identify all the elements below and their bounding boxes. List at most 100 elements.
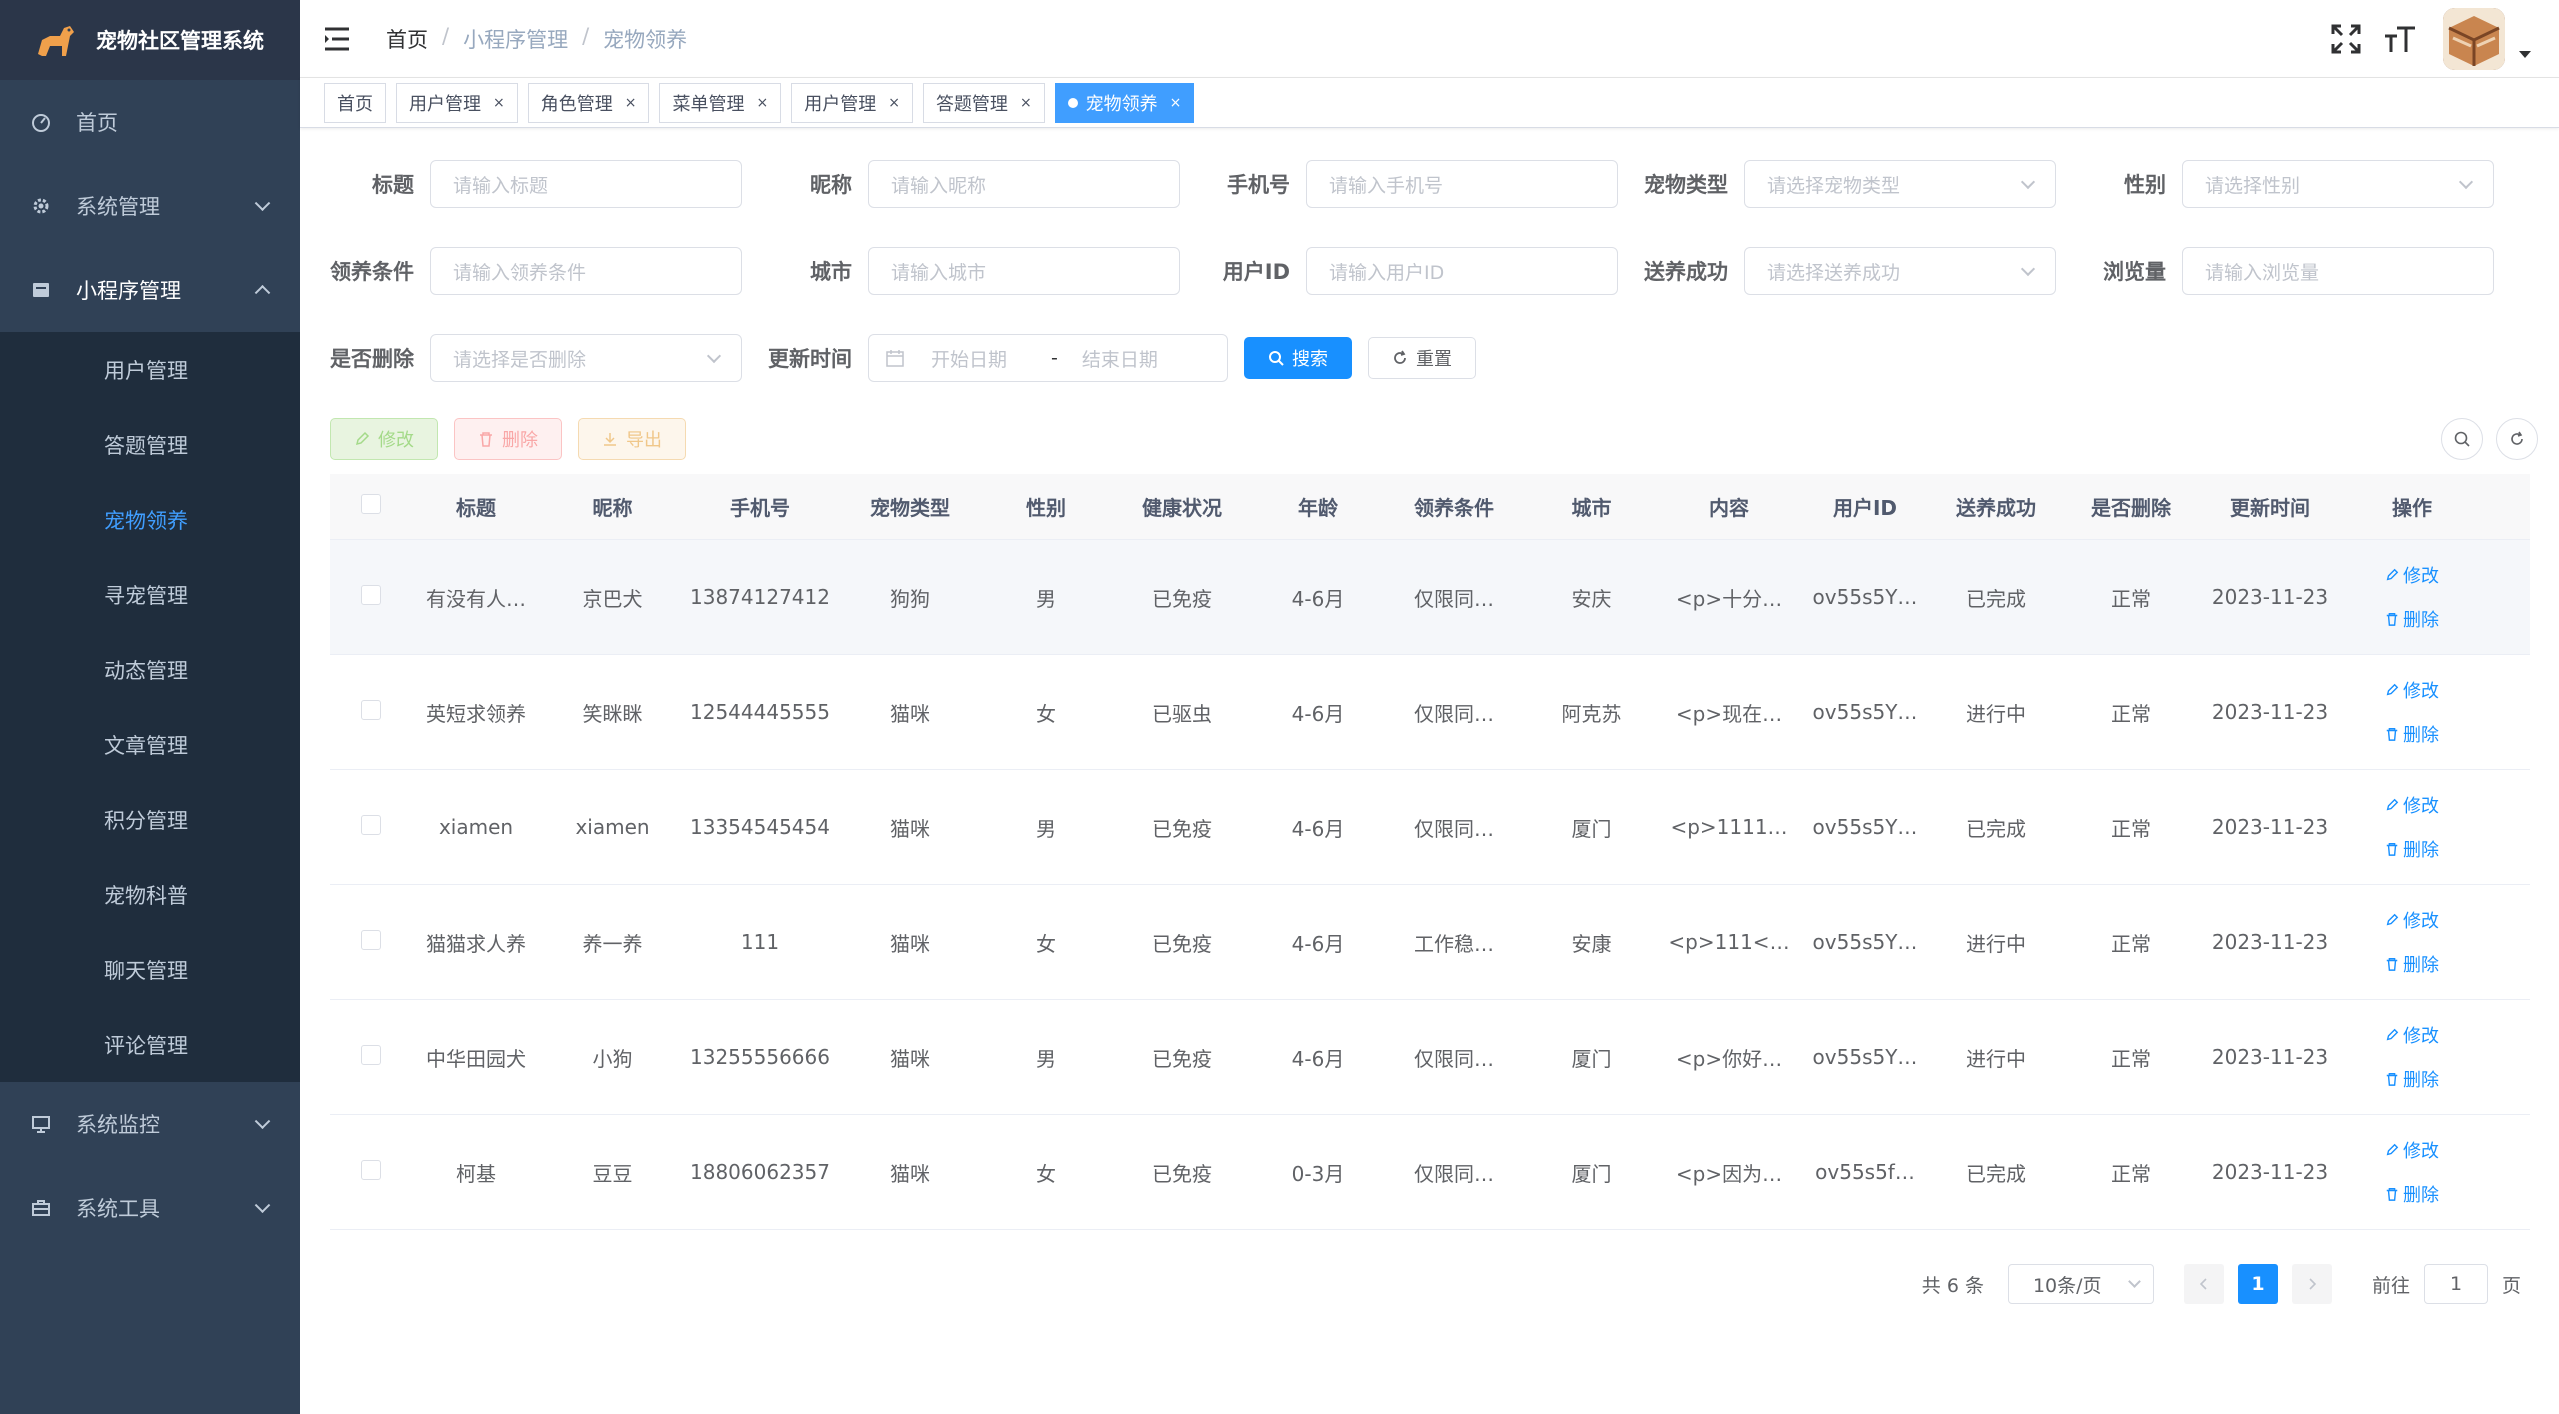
select-all-checkbox[interactable]	[330, 494, 412, 519]
cell-city: 阿克苏	[1561, 701, 1622, 726]
row-edit-button[interactable]: 修改	[2385, 792, 2439, 818]
close-icon[interactable]: ×	[756, 95, 768, 111]
table-row[interactable]: 有没有人… 京巴犬 13874127412 狗狗 男 已免疫 4-6月 仅限同… 安庆 <p>十分…	[330, 540, 2530, 655]
submenu-item-points[interactable]: 积分管理	[0, 782, 300, 857]
goto-page-input[interactable]: 1	[2423, 1264, 2488, 1304]
deleted-select[interactable]: 请选择是否删除	[430, 334, 742, 382]
user-id-input[interactable]: 请输入用户ID	[1306, 247, 1618, 295]
submenu-item-quiz[interactable]: 答题管理	[0, 407, 300, 482]
views-input[interactable]: 请输入浏览量	[2182, 247, 2494, 295]
pet-type-select[interactable]: 请选择宠物类型	[1744, 160, 2056, 208]
sidebar-item-system[interactable]: 系统管理	[0, 164, 300, 248]
submenu-item-users[interactable]: 用户管理	[0, 332, 300, 407]
row-checkbox[interactable]	[330, 1159, 412, 1185]
font-size-icon[interactable]	[2383, 22, 2417, 56]
tag-users[interactable]: 用户管理 ×	[396, 82, 518, 123]
date-range-picker[interactable]: 开始日期 - 结束日期	[868, 334, 1228, 382]
row-delete-button[interactable]: 删除	[2385, 1066, 2439, 1092]
row-delete-button[interactable]: 删除	[2385, 606, 2439, 632]
caret-down-icon[interactable]	[2519, 50, 2531, 58]
tag-label: 首页	[337, 93, 373, 115]
submenu-item-comments[interactable]: 评论管理	[0, 1007, 300, 1082]
start-date[interactable]: 开始日期	[931, 345, 1041, 372]
tag-menus[interactable]: 菜单管理 ×	[659, 82, 782, 123]
close-icon[interactable]: ×	[1020, 95, 1032, 111]
breadcrumb-home[interactable]: 首页	[386, 24, 428, 54]
table-row[interactable]: 英短求领养 笑眯眯 12544445555 猫咪 女 已驱虫 4-6月 仅限同… 阿克苏 <p>现…	[330, 655, 2530, 770]
cell-content: <p>因为…	[1675, 1161, 1783, 1186]
row-checkbox[interactable]	[330, 699, 412, 725]
submenu-item-adoption[interactable]: 宠物领养	[0, 482, 300, 557]
row-delete-button[interactable]: 删除	[2385, 1181, 2439, 1207]
cell-city: 厦门	[1571, 1161, 1612, 1186]
close-icon[interactable]: ×	[1170, 95, 1182, 111]
breadcrumb-separator: /	[442, 24, 450, 48]
city-input[interactable]: 请输入城市	[868, 247, 1180, 295]
table-row[interactable]: 猫猫求人养 养一养 111 猫咪 女 已免疫 4-6月 工作稳… 安康 <p>111<… ov55s…	[330, 885, 2530, 1000]
search-button[interactable]: 搜索	[1244, 337, 1352, 379]
row-edit-button[interactable]: 修改	[2385, 1137, 2439, 1163]
table-row[interactable]: 中华田园犬 小狗 13255556666 猫咪 男 已免疫 4-6月 仅限同… 厦门 <p>你好……	[330, 1000, 2530, 1115]
sidebar-item-home[interactable]: 首页	[0, 80, 300, 164]
search-toggle-button[interactable]	[2441, 418, 2483, 460]
cell-success: 已完成	[1966, 816, 2026, 841]
sidebar-item-monitor[interactable]: 系统监控	[0, 1082, 300, 1166]
tag-roles[interactable]: 角色管理 ×	[527, 82, 650, 123]
success-select[interactable]: 请选择送养成功	[1744, 247, 2056, 295]
table-row[interactable]: 柯基 豆豆 18806062357 猫咪 女 已免疫 0-3月 仅限同… 厦门 <p>因为… ov5…	[330, 1115, 2530, 1230]
submenu-item-articles[interactable]: 文章管理	[0, 707, 300, 782]
submenu-item-posts[interactable]: 动态管理	[0, 632, 300, 707]
prev-page-button[interactable]	[2183, 1264, 2224, 1304]
refresh-button[interactable]	[2496, 418, 2538, 460]
row-edit-button[interactable]: 修改	[2385, 1022, 2439, 1048]
nickname-input[interactable]: 请输入昵称	[868, 160, 1180, 208]
row-edit-button[interactable]: 修改	[2385, 562, 2439, 588]
cell-title: xiamen	[438, 815, 514, 839]
row-delete-button[interactable]: 删除	[2385, 836, 2439, 862]
row-checkbox[interactable]	[330, 814, 412, 840]
tag-adoption[interactable]: 宠物领养 ×	[1054, 82, 1195, 123]
sidebar-item-miniapp[interactable]: 小程序管理	[0, 248, 300, 332]
close-icon[interactable]: ×	[888, 95, 900, 111]
hamburger-icon[interactable]	[322, 24, 352, 54]
submenu-item-chat[interactable]: 聊天管理	[0, 932, 300, 1007]
avatar[interactable]	[2443, 8, 2505, 70]
end-date[interactable]: 结束日期	[1082, 345, 1158, 372]
next-page-button[interactable]	[2291, 1264, 2332, 1304]
tag-users-2[interactable]: 用户管理 ×	[791, 82, 913, 123]
condition-input[interactable]: 请输入领养条件	[430, 247, 742, 295]
cell-user-id: ov55s5Y…	[1812, 585, 1918, 609]
row-edit-button[interactable]: 修改	[2385, 907, 2439, 933]
fullscreen-icon[interactable]	[2329, 22, 2363, 56]
cell-update-time: 2023-11-23	[2211, 1160, 2329, 1184]
breadcrumb-parent[interactable]: 小程序管理	[463, 24, 568, 54]
row-checkbox[interactable]	[330, 1044, 412, 1070]
cell-condition: 仅限同…	[1414, 1046, 1494, 1071]
sidebar-item-tools[interactable]: 系统工具	[0, 1166, 300, 1250]
tag-home[interactable]: 首页	[324, 82, 386, 123]
row-delete-button[interactable]: 删除	[2385, 721, 2439, 747]
row-checkbox[interactable]	[330, 929, 412, 955]
delete-button[interactable]: 删除	[454, 418, 562, 460]
reset-button[interactable]: 重置	[1368, 337, 1476, 379]
row-edit-button[interactable]: 修改	[2385, 677, 2439, 703]
page-number-button[interactable]: 1	[2237, 1264, 2278, 1304]
table-row[interactable]: xiamen xiamen 13354545454 猫咪 男 已免疫 4-6月 仅限同… 厦门 <…	[330, 770, 2530, 885]
export-button[interactable]: 导出	[578, 418, 686, 460]
close-icon[interactable]: ×	[493, 95, 505, 111]
row-delete-button[interactable]: 删除	[2385, 951, 2439, 977]
page-size-select[interactable]: 10条/页	[2007, 1264, 2154, 1304]
tag-quiz[interactable]: 答题管理 ×	[922, 82, 1045, 123]
gender-select[interactable]: 请选择性别	[2182, 160, 2494, 208]
title-input[interactable]: 请输入标题	[430, 160, 742, 208]
row-checkbox[interactable]	[330, 584, 412, 610]
cell-health: 已免疫	[1152, 1161, 1212, 1186]
close-icon[interactable]: ×	[625, 95, 637, 111]
logo[interactable]: 宠物社区管理系统	[0, 0, 300, 80]
phone-input[interactable]: 请输入手机号	[1306, 160, 1618, 208]
page-unit-label: 页	[2501, 1274, 2521, 1297]
edit-button[interactable]: 修改	[330, 418, 438, 460]
submenu-item-pet-science[interactable]: 宠物科普	[0, 857, 300, 932]
edit-icon	[2386, 1143, 2399, 1156]
submenu-item-lost-pets[interactable]: 寻宠管理	[0, 557, 300, 632]
